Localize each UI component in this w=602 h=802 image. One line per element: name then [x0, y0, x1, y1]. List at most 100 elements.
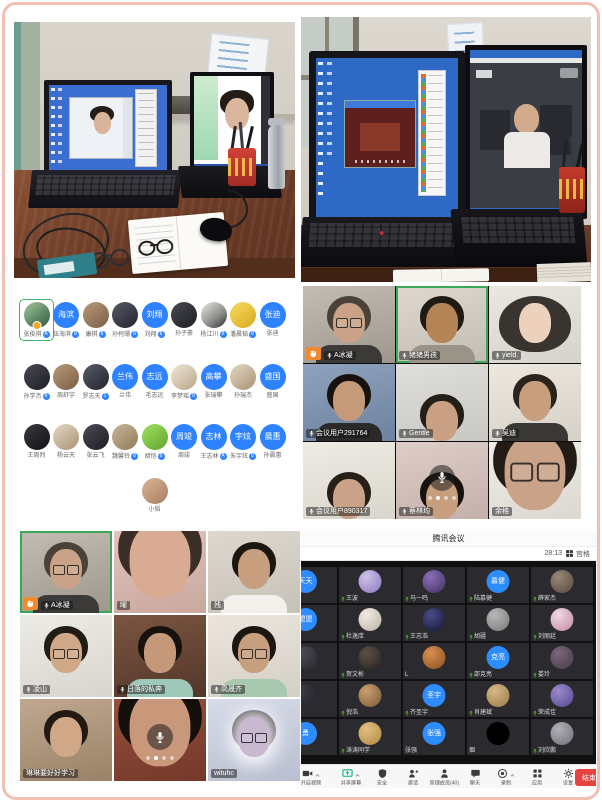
lens [67, 649, 79, 659]
participant-tile[interactable]: 胡疆 [467, 605, 529, 641]
toolbar-label: 聊天 [470, 781, 480, 786]
contact-item[interactable]: 孙子豪 [170, 302, 199, 338]
participant-tile[interactable]: 克亮邵克亮 [467, 643, 529, 679]
video-tile[interactable]: 猪猪男孩 [396, 286, 488, 363]
video-tile[interactable]: Gentle [396, 364, 488, 441]
contact-item[interactable]: 孙学杰8 [22, 364, 51, 400]
contact-item[interactable]: 志林王志林A [199, 424, 228, 460]
toolbar-button-camera[interactable]: 开启视频 [301, 769, 322, 787]
contact-name-text: 毛志远 [145, 393, 163, 399]
participant-tile[interactable]: 贺文彬 [339, 643, 401, 679]
participant-tile[interactable]: 涛涛同学 [339, 719, 401, 755]
contact-item[interactable]: 孙柯珊8 [111, 302, 140, 338]
contact-name-text: 张瑞攀 [204, 393, 222, 399]
video-tile[interactable]: 会议用户291764 [303, 364, 395, 441]
video-tile[interactable]: 日落的私奔 [114, 615, 206, 697]
mic-icon [402, 508, 407, 515]
video-tile[interactable]: 蔡林均 [396, 442, 488, 519]
video-tile[interactable]: 会议用户890317 [303, 442, 395, 519]
contact-row: 张俊祺A海滨伍海滨8康棋8孙柯珊8刘翔刘翔8孙子豪杨江川8潘晨韬8张迪张迪 [22, 302, 287, 338]
toolbar-button-share[interactable]: 共享屏幕 [336, 769, 367, 787]
participant-tile[interactable]: L [403, 643, 465, 679]
video-tile[interactable]: 凌山 [20, 615, 112, 697]
participant-tile[interactable]: 烟 [467, 719, 529, 755]
contact-item[interactable]: 高攀张瑞攀 [199, 364, 228, 400]
toolbar-button-members[interactable]: 管理成员(40) [429, 769, 460, 787]
contact-item[interactable]: 杨云天 [52, 424, 81, 460]
laptop-left-keyboard [28, 170, 182, 208]
contact-item[interactable]: 兰伟兰伟 [111, 364, 140, 400]
participant-tile[interactable]: 肖建斌 [467, 681, 529, 717]
contact-item[interactable]: 志远毛志远 [140, 364, 169, 400]
contact-name: 兰伟 [119, 393, 131, 399]
participant-tile[interactable]: 慕健陆慕健 [467, 567, 529, 603]
participant-avatar-panel: 张俊祺A海滨伍海滨8康棋8孙柯珊8刘翔刘翔8孙子豪杨江川8潘晨韬8张迪张迪孙学杰… [14, 286, 295, 532]
participant-tile[interactable]: 盟盟 [301, 605, 337, 641]
video-tile[interactable]: 曜 [114, 531, 206, 613]
contact-item[interactable]: 张迪张迪 [258, 302, 287, 338]
contact-item[interactable]: 孙瑞杰 [229, 364, 258, 400]
contact-item[interactable]: 魏馨铃8 [111, 424, 140, 460]
participant-tile[interactable]: 马一鸣 [403, 567, 465, 603]
contact-item[interactable]: 王周烈 [22, 424, 51, 460]
contact-item[interactable]: 刘翔刘翔8 [140, 302, 169, 338]
video-tile[interactable]: 琳琳要好好学习 [20, 699, 112, 781]
video-tile[interactable]: A冰凝 [20, 531, 112, 613]
contact-badge: 8 [99, 331, 106, 338]
contact-item[interactable]: 海滨伍海滨8 [52, 302, 81, 338]
grid-view-toggle[interactable]: 宫格 [565, 549, 590, 559]
contact-item[interactable]: 盛国盛国 [258, 364, 287, 400]
contact-item[interactable]: 康棋8 [81, 302, 110, 338]
video-tile[interactable]: 残 [208, 531, 300, 613]
video-tile[interactable]: yield. [489, 286, 581, 363]
participant-tile[interactable]: 王志浩 [403, 605, 465, 641]
participant-tile[interactable]: 刘丽廷 [531, 605, 593, 641]
contact-badge: 8 [72, 331, 79, 338]
contact-item[interactable]: 张云飞 [81, 424, 110, 460]
contact-item[interactable]: 宇炫朱宇炫8 [229, 424, 258, 460]
contact-item[interactable]: 杨江川8 [199, 302, 228, 338]
contact-item[interactable]: 小韬 [140, 478, 169, 513]
avatar-initials-text: 刘翔 [147, 311, 163, 319]
participant-tile[interactable]: 圣宇齐圣宇 [403, 681, 465, 717]
toolbar-button-invite[interactable]: 邀请 [398, 769, 429, 787]
contact-item[interactable]: 罗志天1 [81, 364, 110, 400]
participant-tile[interactable]: 王波 [339, 567, 401, 603]
participant-tile[interactable] [301, 643, 337, 679]
toolbar-button-shield[interactable]: 安全 [367, 769, 398, 787]
contact-item[interactable]: 李梦瑶8 [170, 364, 199, 400]
participant-tile[interactable]: 刘欣鹏 [531, 719, 593, 755]
video-tile[interactable]: wituhc [208, 699, 300, 781]
participant-tile[interactable]: 杜逸庠 [339, 605, 401, 641]
toolbar-button-apps[interactable]: 应用 [522, 769, 553, 787]
toolbar-button-record[interactable]: 录制 [491, 769, 522, 787]
video-tile[interactable]: 余格 [489, 442, 581, 519]
participant-tile[interactable]: 娄玲 [531, 643, 593, 679]
participant-tile[interactable]: 天天 [301, 567, 337, 603]
contact-item[interactable]: 张俊祺A [22, 302, 51, 338]
participant-tile[interactable]: 张强张强 [403, 719, 465, 755]
end-meeting-button[interactable]: 结束 [575, 769, 596, 786]
participant-tile[interactable]: 勇 [301, 719, 337, 755]
contact-avatar-photo [201, 302, 227, 328]
contact-avatar-photo [24, 364, 50, 390]
contact-item[interactable]: 晨惠孙晨惠 [258, 424, 287, 460]
contact-name-text: 张俊祺 [23, 332, 41, 338]
contact-item[interactable]: 胡恺8 [140, 424, 169, 460]
participant-grid: 天天王波马一鸣慕健陆慕健薛家杰盟盟杜逸庠王志浩胡疆刘丽廷贺文彬L克亮邵克亮娄玲倪… [301, 561, 596, 764]
video-tile[interactable]: 高晟齐 [208, 615, 300, 697]
participant-tile[interactable]: 倪浩 [339, 681, 401, 717]
contact-item[interactable]: 周舒宇 [52, 364, 81, 400]
toolbar-button-chat[interactable]: 聊天 [460, 769, 491, 787]
man-shirt [504, 132, 550, 168]
participant-tile[interactable]: 荣成佳 [531, 681, 593, 717]
contact-item[interactable]: 潘晨韬8 [229, 302, 258, 338]
participant-tile[interactable]: 薛家杰 [531, 567, 593, 603]
video-tile[interactable]: A冰凝 [303, 286, 395, 363]
face [238, 549, 270, 589]
participant-name-text: 齐圣宇 [410, 710, 428, 716]
video-tile[interactable] [114, 699, 206, 781]
contact-item[interactable]: 周竣周竣 [170, 424, 199, 460]
video-tile[interactable]: 吴迪 [489, 364, 581, 441]
participant-tile[interactable] [301, 681, 337, 717]
